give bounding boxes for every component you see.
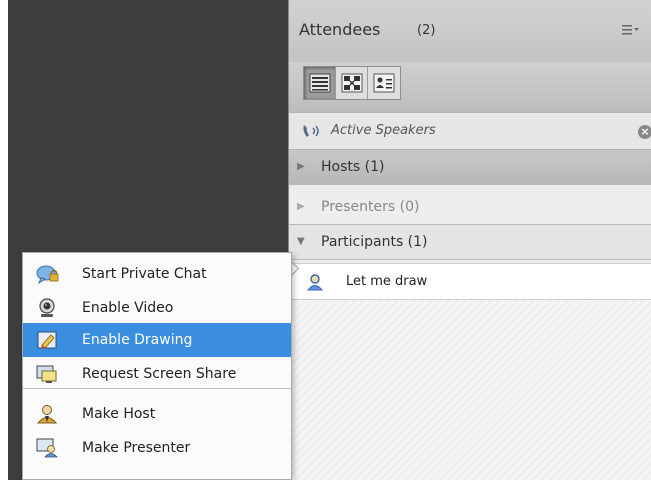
attendee-count: (2)	[417, 23, 436, 38]
menu-item-label: Make Presenter	[82, 440, 191, 456]
stage: Attendees (2) Active Speakers × ▶ Hosts …	[0, 0, 651, 480]
group-participants[interactable]: ▼ Participants (1)	[289, 225, 651, 260]
menu-item-enable-video[interactable]: Enable Video	[23, 291, 291, 325]
group-presenters[interactable]: ▶ Presenters (0)	[289, 190, 651, 225]
attendee-list-empty-area	[289, 300, 651, 480]
active-speakers-bar: Active Speakers ×	[289, 112, 651, 150]
private-chat-icon	[36, 264, 60, 288]
group-label: Presenters (0)	[321, 199, 420, 215]
view-switcher	[303, 66, 401, 100]
menu-item-enable-drawing[interactable]: Enable Drawing	[23, 323, 291, 357]
list-view-icon	[309, 73, 330, 93]
attendees-pod: Attendees (2) Active Speakers × ▶ Hosts …	[288, 0, 651, 480]
attendee-name: Let me draw	[346, 274, 428, 289]
menu-item-start-private-chat[interactable]: Start Private Chat	[23, 257, 291, 291]
pod-title: Attendees	[299, 20, 381, 39]
hamburger-menu-icon[interactable]	[622, 24, 640, 39]
menu-item-label: Request Screen Share	[82, 366, 237, 382]
phone-speaker-icon	[301, 122, 325, 144]
menu-item-request-screen-share[interactable]: Request Screen Share	[23, 357, 291, 391]
menu-item-label: Start Private Chat	[82, 266, 207, 282]
attendee-row[interactable]: Let me draw	[289, 263, 651, 300]
status-view-icon	[373, 73, 395, 93]
webcam-icon	[36, 298, 60, 322]
screen-share-icon	[36, 364, 60, 388]
active-speakers-label: Active Speakers	[331, 123, 436, 138]
participant-avatar-icon	[306, 273, 324, 295]
breakout-view-button[interactable]	[336, 67, 368, 99]
expand-triangle-icon: ▶	[297, 161, 305, 172]
pod-header: Attendees (2)	[289, 0, 651, 62]
menu-item-label: Make Host	[82, 406, 156, 422]
drawing-pencil-icon	[36, 330, 60, 354]
group-label: Hosts (1)	[321, 159, 385, 175]
menu-item-label: Enable Video	[82, 300, 174, 316]
attendee-context-menu: Start Private Chat Enable Video Enable D…	[22, 252, 292, 480]
status-view-button[interactable]	[368, 67, 400, 99]
menu-item-make-presenter[interactable]: Make Presenter	[23, 431, 291, 465]
group-label: Participants (1)	[321, 234, 428, 250]
menu-separator	[23, 388, 291, 389]
collapse-triangle-icon: ▼	[297, 236, 305, 247]
menu-item-make-host[interactable]: Make Host	[23, 397, 291, 431]
close-circle-icon[interactable]: ×	[638, 125, 651, 139]
group-hosts[interactable]: ▶ Hosts (1)	[289, 150, 651, 185]
list-view-button[interactable]	[304, 67, 336, 99]
host-avatar-icon	[36, 404, 60, 428]
menu-item-label: Enable Drawing	[82, 332, 193, 348]
presenter-icon	[36, 438, 60, 462]
expand-triangle-icon: ▶	[297, 201, 305, 212]
view-toolbar	[289, 62, 651, 112]
breakout-view-icon	[341, 73, 362, 93]
